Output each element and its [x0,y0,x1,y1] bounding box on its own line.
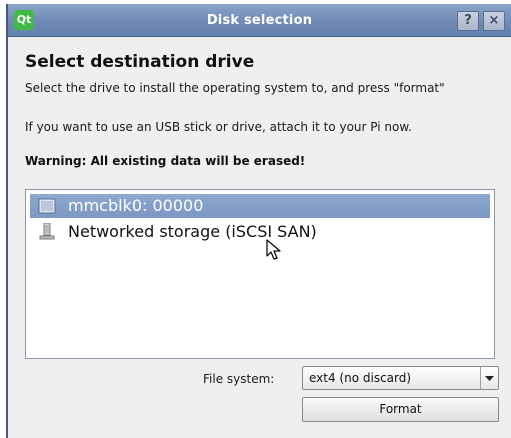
usb-hint-text: If you want to use an USB stick or drive… [25,120,412,134]
window-title: Disk selection [206,13,313,28]
qt-logo-icon: Qt [14,10,34,30]
network-storage-icon [39,223,55,240]
drive-list[interactable]: mmcblk0: 00000 Networked storage (iSCSI … [25,189,495,359]
filesystem-select[interactable]: ext4 (no discard) [302,366,499,390]
close-button[interactable]: × [483,11,505,31]
mouse-cursor-icon [266,239,281,260]
page-title: Select destination drive [25,52,255,72]
drive-item-mmcblk0[interactable]: mmcblk0: 00000 [30,194,490,218]
format-button[interactable]: Format [302,397,499,422]
drive-item-network-storage[interactable]: Networked storage (iSCSI SAN) [30,220,490,244]
filesystem-label: File system: [203,372,275,386]
filesystem-value: ext4 (no discard) [309,371,412,385]
dropdown-button[interactable] [480,367,498,389]
warning-text: Warning: All existing data will be erase… [25,154,306,168]
instruction-text: Select the drive to install the operatin… [25,81,445,95]
drive-item-label: mmcblk0: 00000 [68,196,204,215]
chevron-down-icon [485,376,494,381]
help-button[interactable]: ? [457,11,479,31]
sd-card-icon [38,198,56,214]
title-bar[interactable]: Qt Disk selection ? × [8,4,511,37]
